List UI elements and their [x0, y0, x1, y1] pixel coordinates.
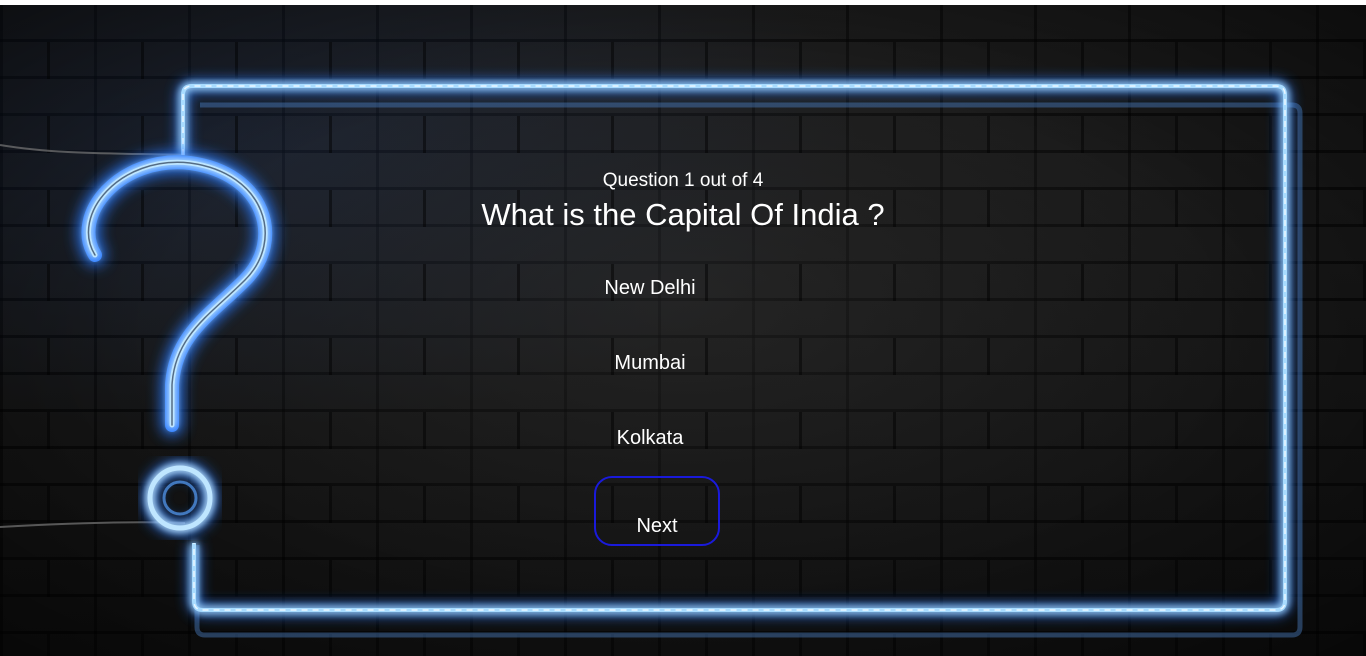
next-button[interactable]: Next — [594, 476, 720, 546]
question-counter: Question 1 out of 4 — [602, 170, 764, 191]
option-mumbai[interactable]: Mumbai — [560, 345, 740, 381]
option-kolkata[interactable]: Kolkata — [560, 420, 740, 456]
quiz-background: Question 1 out of 4 What is the Capital … — [0, 5, 1366, 656]
option-new-delhi[interactable]: New Delhi — [560, 270, 740, 306]
quiz-card: Question 1 out of 4 What is the Capital … — [0, 5, 1366, 656]
question-text: What is the Capital Of India ? — [481, 197, 885, 232]
